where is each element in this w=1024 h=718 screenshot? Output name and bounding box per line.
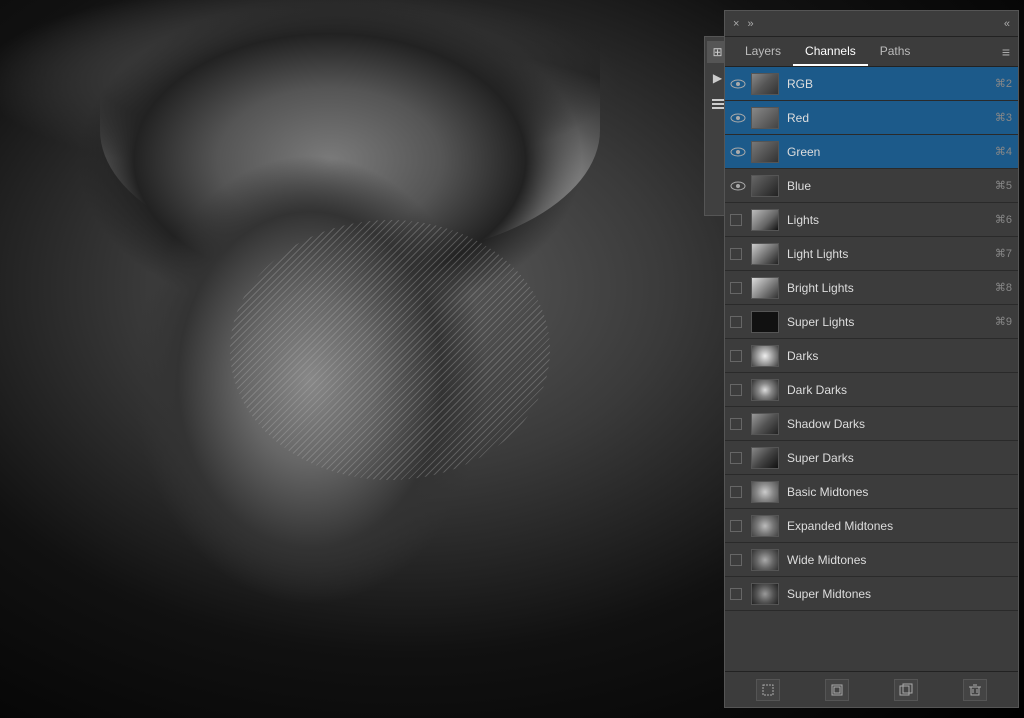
channel-shortcut-super-lights: ⌘9 (995, 315, 1012, 328)
panel-header: × » « (725, 11, 1018, 37)
channel-name-bright-lights: Bright Lights (787, 281, 991, 295)
channel-name-darks: Darks (787, 349, 1008, 363)
channel-row-red[interactable]: Red ⌘3 (725, 101, 1018, 135)
channel-thumb-super-midtones (751, 583, 779, 605)
channel-name-basic-midtones: Basic Midtones (787, 485, 1008, 499)
channel-name-super-midtones: Super Midtones (787, 587, 1008, 601)
channel-row-lights[interactable]: Lights ⌘6 (725, 203, 1018, 237)
channels-list: RGB ⌘2 Red ⌘3 Green ⌘4 Blue ⌘5 Lights ⌘6 Light … (725, 67, 1018, 671)
channel-thumb-lights (751, 209, 779, 231)
eye-icon-rgb[interactable] (729, 75, 747, 93)
channel-thumb-green (751, 141, 779, 163)
channel-shortcut-blue: ⌘5 (995, 179, 1012, 192)
channel-row-shadow-darks[interactable]: Shadow Darks (725, 407, 1018, 441)
checkbox-shadow-darks[interactable] (729, 415, 747, 433)
channel-row-rgb[interactable]: RGB ⌘2 (725, 67, 1018, 101)
panel-header-controls: × » (733, 18, 754, 30)
channel-row-super-darks[interactable]: Super Darks (725, 441, 1018, 475)
channel-thumb-basic-midtones (751, 481, 779, 503)
channel-name-super-darks: Super Darks (787, 451, 1008, 465)
checkbox-super-midtones[interactable] (729, 585, 747, 603)
channel-thumb-shadow-darks (751, 413, 779, 435)
channel-row-darks[interactable]: Darks (725, 339, 1018, 373)
selection-from-channel-button[interactable] (756, 679, 780, 701)
checkbox-lights[interactable] (729, 211, 747, 229)
channel-name-lights: Lights (787, 213, 991, 227)
channel-name-wide-midtones: Wide Midtones (787, 553, 1008, 567)
panel-options-menu[interactable]: ≡ (1002, 44, 1010, 60)
panel-collapse-icon[interactable]: « (1004, 18, 1010, 30)
channel-name-super-lights: Super Lights (787, 315, 991, 329)
channel-thumb-expanded-midtones (751, 515, 779, 537)
channel-thumb-wide-midtones (751, 549, 779, 571)
panel-close-icon[interactable]: × (733, 18, 739, 30)
checkbox-basic-midtones[interactable] (729, 483, 747, 501)
panel-expand-icon[interactable]: » (747, 18, 753, 30)
channel-thumb-super-lights (751, 311, 779, 333)
channel-thumb-dark-darks (751, 379, 779, 401)
channel-row-blue[interactable]: Blue ⌘5 (725, 169, 1018, 203)
checkbox-super-lights[interactable] (729, 313, 747, 331)
channel-row-green[interactable]: Green ⌘4 (725, 135, 1018, 169)
channel-row-super-midtones[interactable]: Super Midtones (725, 577, 1018, 611)
channel-shortcut-rgb: ⌘2 (995, 77, 1012, 90)
channel-name-rgb: RGB (787, 77, 991, 91)
channel-shortcut-green: ⌘4 (995, 145, 1012, 158)
channel-name-red: Red (787, 111, 991, 125)
channels-panel: × » « Layers Channels Paths ≡ RGB ⌘2 Red ⌘… (724, 10, 1019, 708)
channel-thumb-blue (751, 175, 779, 197)
channel-row-super-lights[interactable]: Super Lights ⌘9 (725, 305, 1018, 339)
checkbox-super-darks[interactable] (729, 449, 747, 467)
load-channel-button[interactable] (894, 679, 918, 701)
channel-row-light-lights[interactable]: Light Lights ⌘7 (725, 237, 1018, 271)
checkbox-light-lights[interactable] (729, 245, 747, 263)
channel-shortcut-red: ⌘3 (995, 111, 1012, 124)
tab-layers[interactable]: Layers (733, 37, 793, 66)
channel-thumb-bright-lights (751, 277, 779, 299)
panel-footer (725, 671, 1018, 707)
eye-icon-red[interactable] (729, 109, 747, 127)
channel-row-expanded-midtones[interactable]: Expanded Midtones (725, 509, 1018, 543)
channel-row-dark-darks[interactable]: Dark Darks (725, 373, 1018, 407)
channel-row-bright-lights[interactable]: Bright Lights ⌘8 (725, 271, 1018, 305)
checkbox-darks[interactable] (729, 347, 747, 365)
eye-icon-blue[interactable] (729, 177, 747, 195)
tab-paths[interactable]: Paths (868, 37, 923, 66)
channel-row-wide-midtones[interactable]: Wide Midtones (725, 543, 1018, 577)
checkbox-wide-midtones[interactable] (729, 551, 747, 569)
checkbox-dark-darks[interactable] (729, 381, 747, 399)
channel-thumb-rgb (751, 73, 779, 95)
channel-thumb-red (751, 107, 779, 129)
delete-channel-button[interactable] (963, 679, 987, 701)
channel-thumb-light-lights (751, 243, 779, 265)
channel-shortcut-bright-lights: ⌘8 (995, 281, 1012, 294)
checkbox-bright-lights[interactable] (729, 279, 747, 297)
channel-name-green: Green (787, 145, 991, 159)
channel-row-basic-midtones[interactable]: Basic Midtones (725, 475, 1018, 509)
channel-thumb-super-darks (751, 447, 779, 469)
channel-name-expanded-midtones: Expanded Midtones (787, 519, 1008, 533)
checkbox-expanded-midtones[interactable] (729, 517, 747, 535)
eye-icon-green[interactable] (729, 143, 747, 161)
channel-name-dark-darks: Dark Darks (787, 383, 1008, 397)
tab-channels[interactable]: Channels (793, 37, 868, 66)
channel-thumb-darks (751, 345, 779, 367)
channel-shortcut-light-lights: ⌘7 (995, 247, 1012, 260)
channel-name-shadow-darks: Shadow Darks (787, 417, 1008, 431)
panel-tabs: Layers Channels Paths ≡ (725, 37, 1018, 67)
save-channel-button[interactable] (825, 679, 849, 701)
channel-name-light-lights: Light Lights (787, 247, 991, 261)
channel-name-blue: Blue (787, 179, 991, 193)
channel-shortcut-lights: ⌘6 (995, 213, 1012, 226)
